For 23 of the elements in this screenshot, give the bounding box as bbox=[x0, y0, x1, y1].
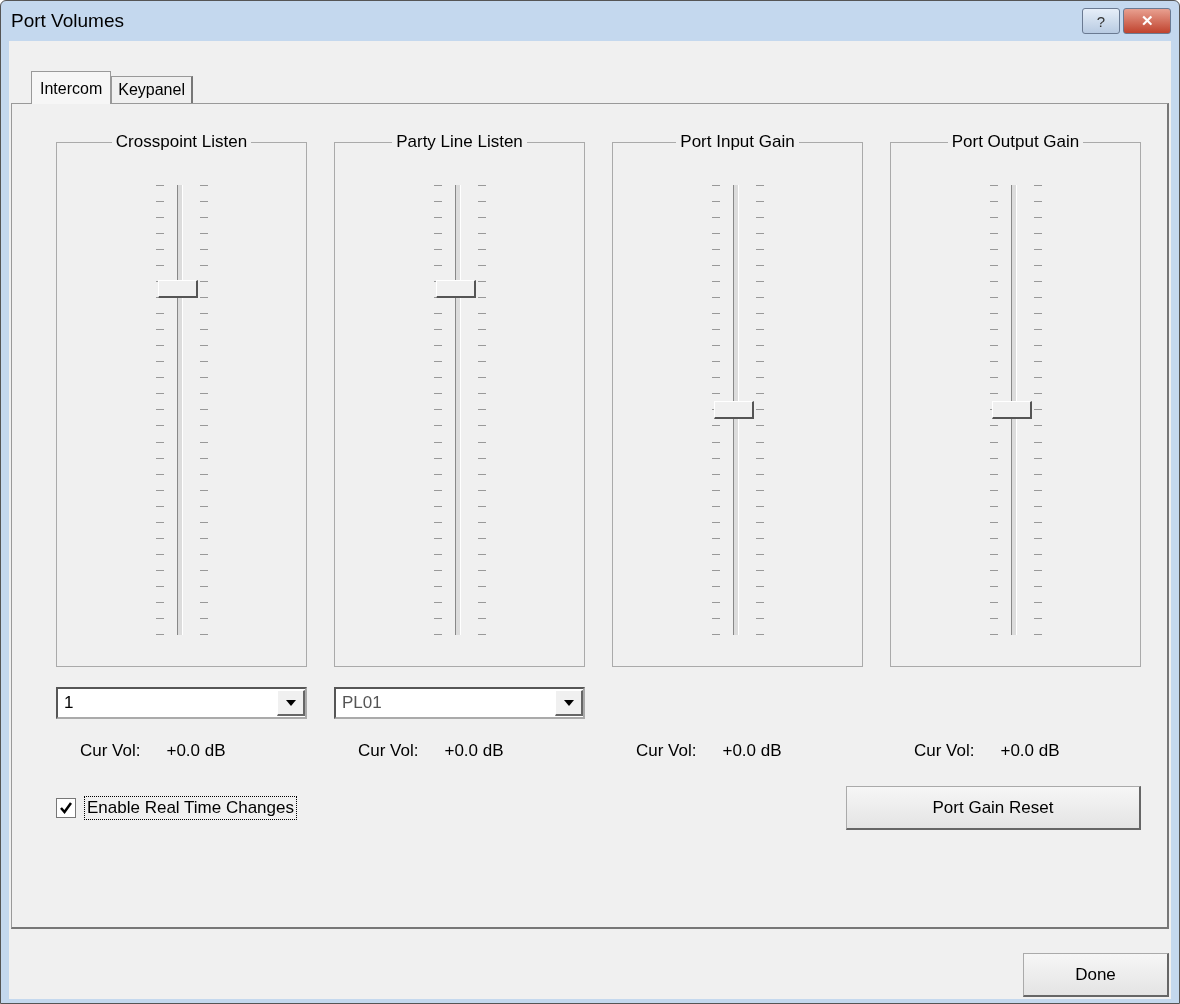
cur-vol-value: +0.0 dB bbox=[722, 741, 782, 761]
reset-button[interactable]: Port Gain Reset bbox=[846, 786, 1141, 830]
cur-vol-value: +0.0 dB bbox=[444, 741, 504, 761]
help-button[interactable]: ? bbox=[1082, 8, 1120, 34]
cur-vol-label: Cur Vol: bbox=[358, 741, 419, 761]
tab[interactable]: Intercom bbox=[31, 71, 112, 104]
window-title: Port Volumes bbox=[10, 10, 124, 32]
group-title: Party Line Listen bbox=[392, 132, 527, 151]
checkbox[interactable] bbox=[56, 798, 76, 818]
dropdown[interactable]: 1 bbox=[56, 687, 307, 719]
cur-vol-label: Cur Vol: bbox=[914, 741, 975, 761]
caret-icon bbox=[277, 690, 305, 716]
checkbox-label[interactable]: Enable Real Time Changes bbox=[84, 796, 297, 820]
group-title: Crosspoint Listen bbox=[111, 132, 252, 151]
group-title: Port Input Gain bbox=[676, 132, 799, 151]
cur-vol-value: +0.0 dB bbox=[166, 741, 226, 761]
cur-vol-value: +0.0 dB bbox=[1000, 741, 1060, 761]
group-title: Port Output Gain bbox=[947, 132, 1084, 151]
cur-vol-label: Cur Vol: bbox=[80, 741, 141, 761]
caret-icon bbox=[555, 690, 583, 716]
done-button[interactable]: Done bbox=[1023, 953, 1169, 997]
cur-vol-label: Cur Vol: bbox=[636, 741, 697, 761]
tab[interactable]: Keypanel bbox=[111, 76, 193, 103]
